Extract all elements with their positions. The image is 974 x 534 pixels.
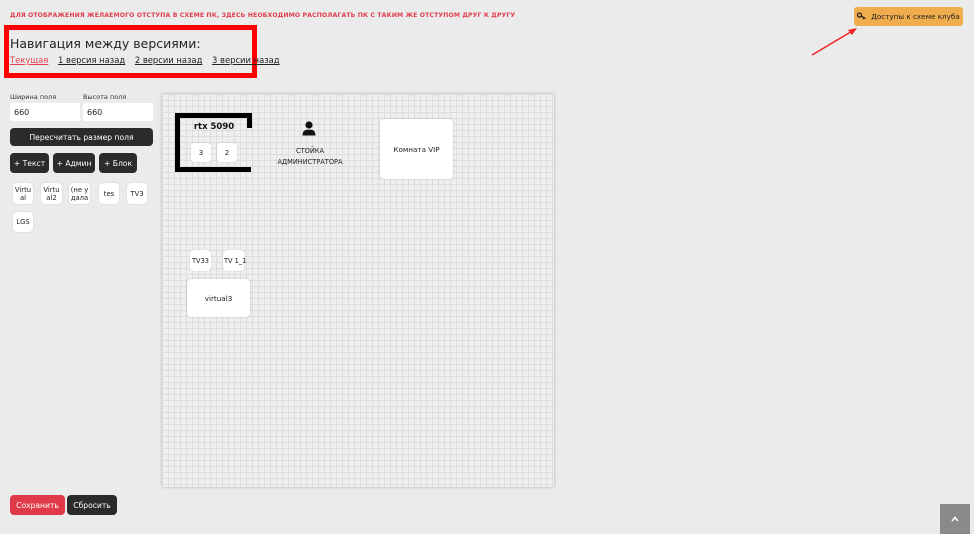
width-input[interactable]	[10, 103, 80, 121]
red-arrow-annotation	[811, 28, 857, 56]
height-input[interactable]	[83, 103, 153, 121]
admin-desk-label[interactable]: СТОЙКА АДМИНИСТРАТОРА	[268, 146, 352, 168]
pc-group-title: rtx 5090	[193, 122, 235, 132]
version-link-current[interactable]: Текущая	[10, 55, 48, 65]
virtual3-block[interactable]: virtual3	[187, 279, 250, 317]
palette-item[interactable]: Virtu al	[13, 183, 33, 204]
club-access-button[interactable]: Доступы к схеме клуба	[854, 7, 963, 26]
palette-item[interactable]: tes	[99, 183, 119, 204]
palette-item[interactable]: TV3	[127, 183, 147, 204]
chevron-up-icon	[951, 516, 959, 522]
tv1-1-item[interactable]: TV 1_1	[223, 250, 246, 271]
version-link-2-back[interactable]: 2 версии назад	[135, 55, 203, 65]
version-link-3-back[interactable]: 3 версии назад	[212, 55, 280, 65]
room-vip-block[interactable]: Комната VIP	[380, 119, 453, 179]
palette-item[interactable]: LGS	[13, 212, 33, 232]
version-link-1-back[interactable]: 1 версия назад	[58, 55, 125, 65]
version-nav-links: Текущая 1 версия назад 2 версии назад 3 …	[10, 55, 287, 65]
palette-item[interactable]: Virtu al2	[41, 183, 62, 204]
height-label: Высота поля	[83, 93, 127, 101]
pc-item[interactable]: 3	[191, 143, 211, 162]
recalc-size-button[interactable]: Пересчитать размер поля	[10, 128, 153, 146]
add-text-button[interactable]: + Текст	[10, 153, 49, 173]
scroll-to-top-button[interactable]	[940, 504, 970, 534]
pc-item[interactable]: 2	[217, 143, 237, 162]
tv33-item[interactable]: TV33	[190, 250, 211, 271]
version-nav-title: Навигация между версиями:	[10, 36, 201, 51]
add-admin-button[interactable]: + Админ	[53, 153, 95, 173]
key-icon	[857, 11, 867, 22]
reset-button[interactable]: Сбросить	[67, 495, 117, 515]
palette-item[interactable]: (не у дала	[69, 183, 90, 204]
add-block-button[interactable]: + Блок	[99, 153, 137, 173]
version-nav-highlight	[4, 25, 257, 78]
spacing-notice: ДЛЯ ОТОБРАЖЕНИЯ ЖЕЛАЕМОГО ОТСТУПА В СХЕМ…	[10, 12, 516, 19]
save-button[interactable]: Сохранить	[10, 495, 65, 515]
width-label: Ширина поля	[10, 93, 57, 101]
club-access-label: Доступы к схеме клуба	[871, 12, 960, 21]
admin-person-icon	[302, 121, 316, 136]
